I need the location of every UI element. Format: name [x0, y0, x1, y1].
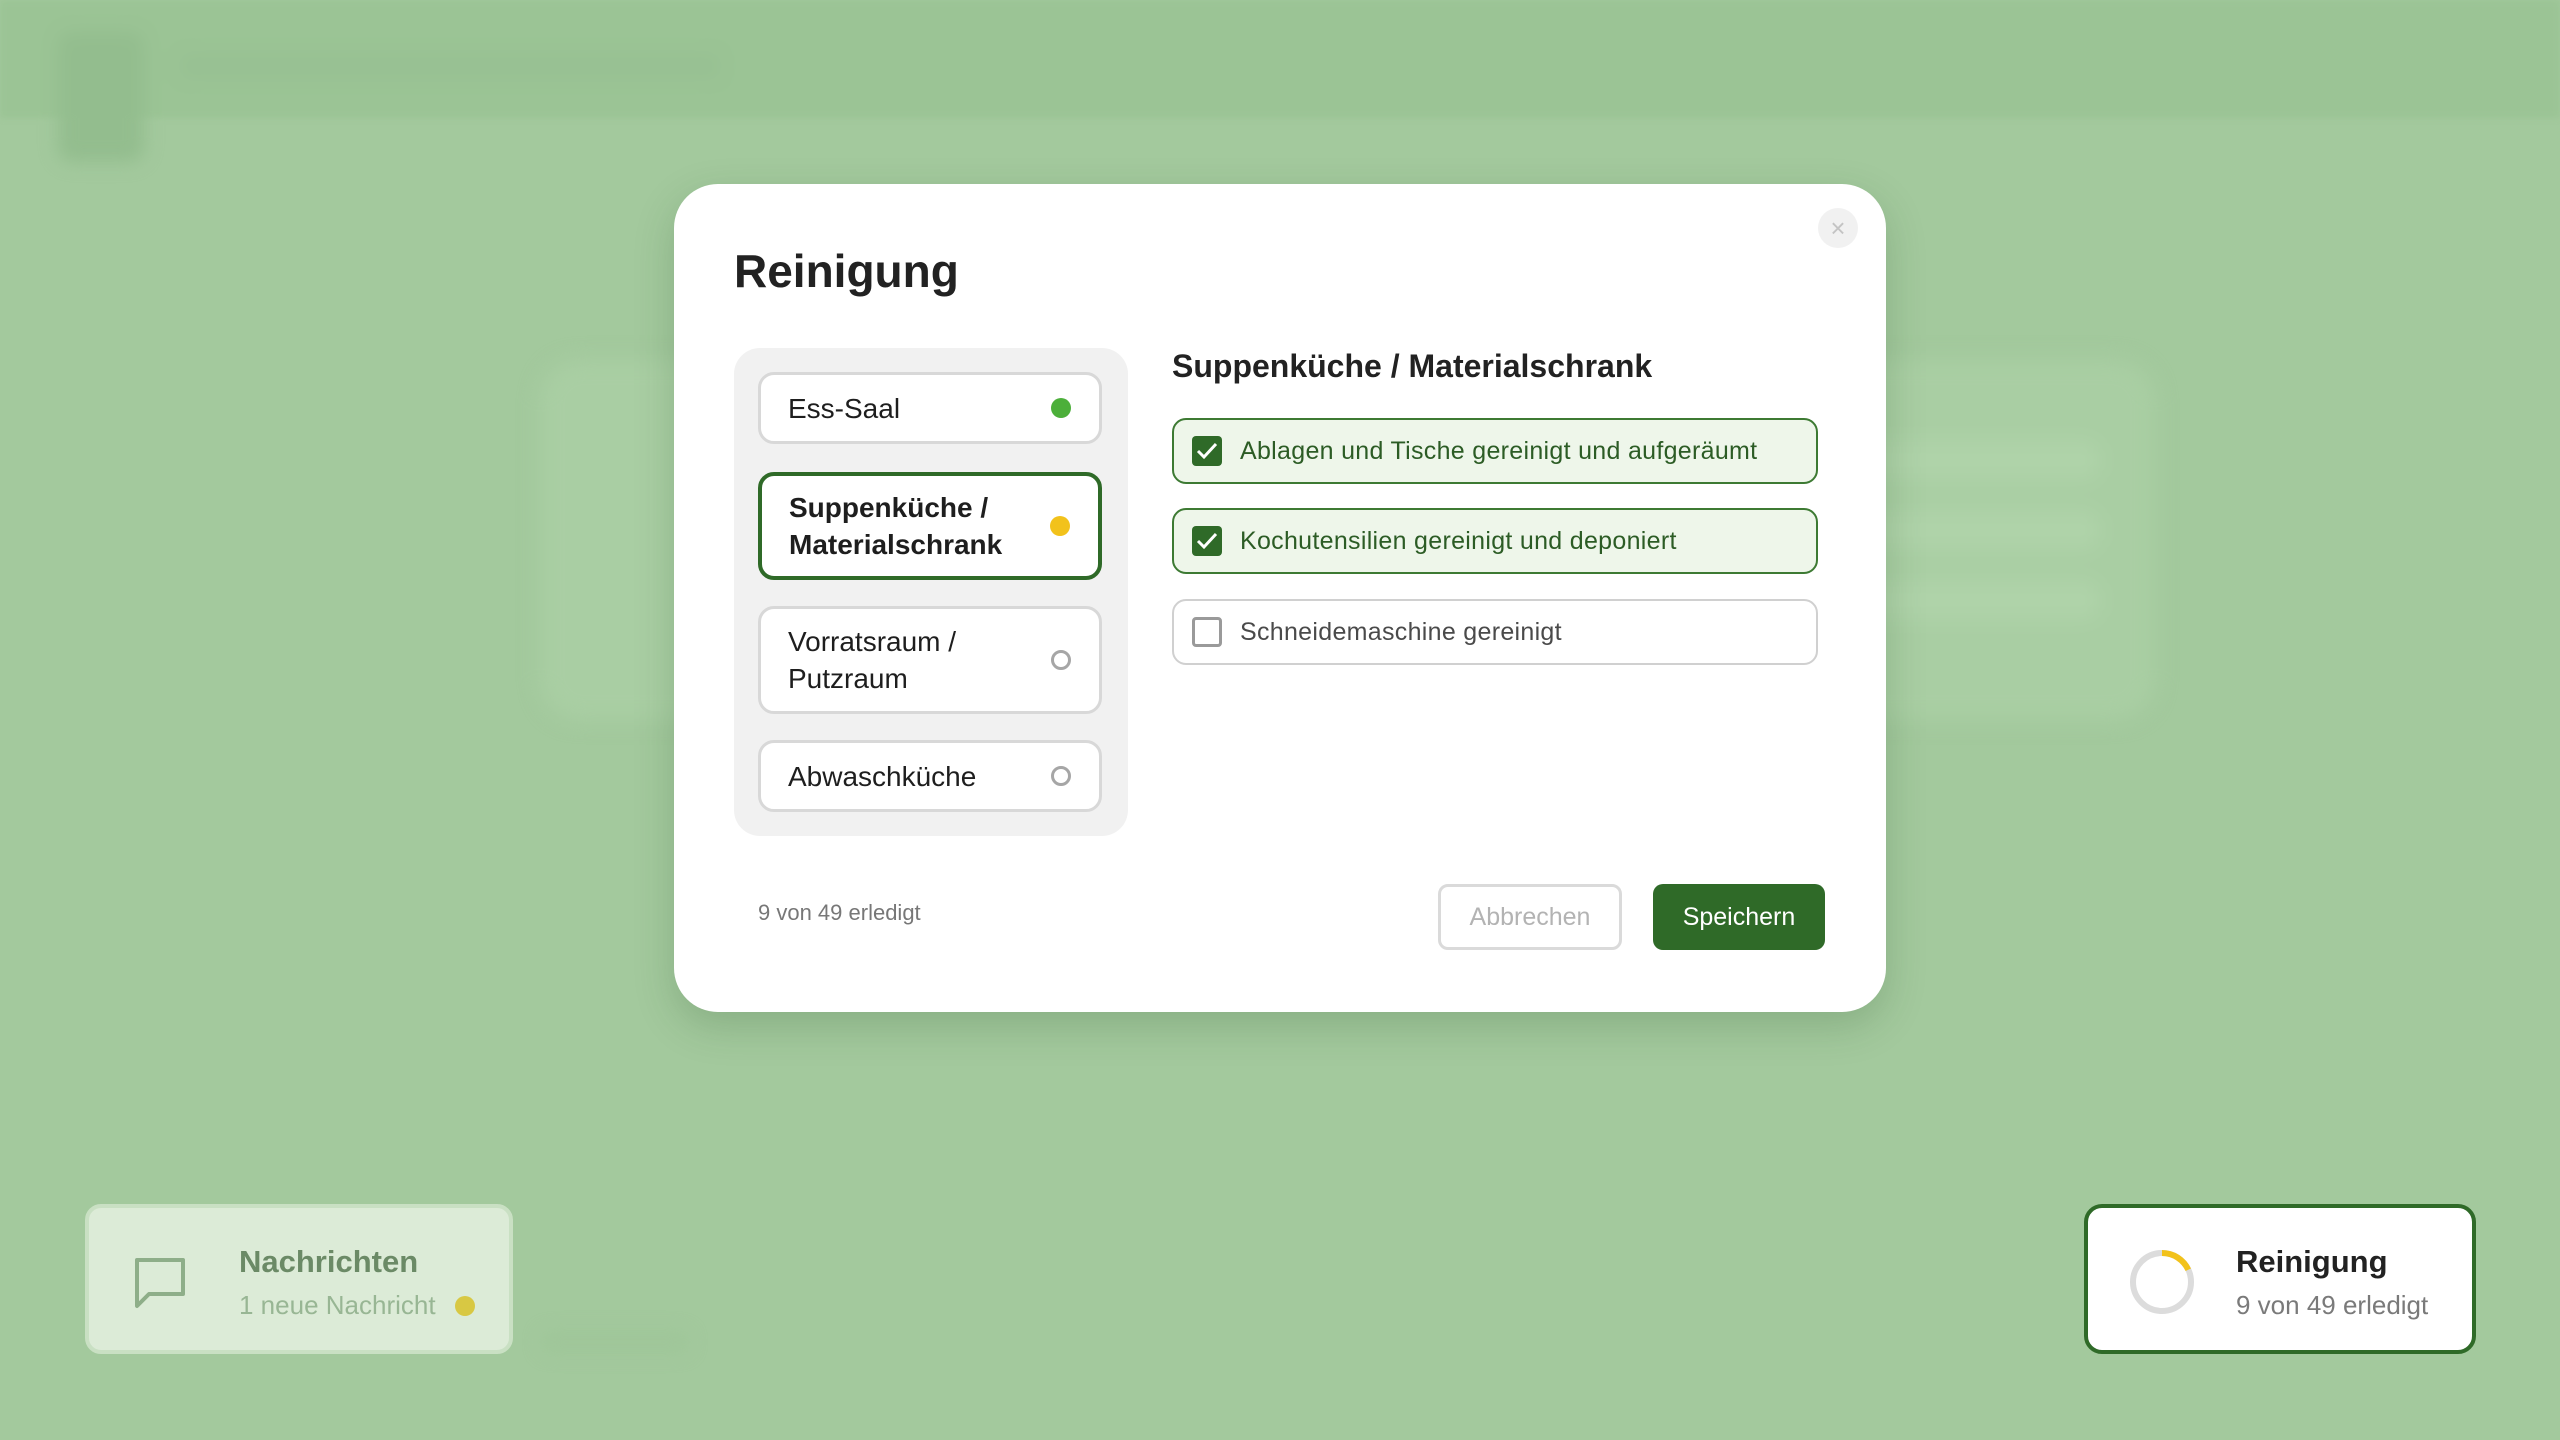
zone-item-suppenkueche[interactable]: Suppenküche / Materialschrank	[758, 472, 1102, 580]
background-title	[180, 55, 720, 77]
progress-text: 9 von 49 erledigt	[758, 900, 921, 925]
zone-label: Abwaschküche	[788, 760, 977, 792]
task-item[interactable]: Kochutensilien gereinigt und deponiert	[1172, 508, 1818, 574]
background-header	[0, 0, 2560, 162]
zone-list: Ess-Saal Suppenküche / Materialschrank V…	[734, 348, 1128, 836]
zone-item-ess-saal[interactable]: Ess-Saal	[758, 372, 1102, 444]
zone-item-vorratsraum[interactable]: Vorratsraum / Putzraum	[758, 606, 1102, 714]
cleaning-title: Reinigung	[2236, 1244, 2388, 1279]
status-complete-icon	[1051, 398, 1071, 418]
cancel-button[interactable]: Abbrechen	[1438, 884, 1622, 950]
checkbox-checked-icon[interactable]	[1192, 436, 1222, 466]
messages-title: Nachrichten	[239, 1244, 419, 1279]
status-open-icon	[1051, 766, 1071, 786]
background-logo	[58, 32, 144, 162]
chat-bubble-icon	[135, 1258, 185, 1308]
zone-label: Suppenküche / Materialschrank	[789, 492, 1003, 560]
status-open-icon	[1051, 650, 1071, 670]
zone-detail-title: Suppenküche / Materialschrank	[1172, 348, 1653, 384]
unread-dot-icon	[455, 1296, 475, 1316]
task-label: Schneidemaschine gereinigt	[1240, 617, 1562, 646]
task-item[interactable]: Ablagen und Tische gereinigt und aufgerä…	[1172, 418, 1818, 484]
task-item[interactable]: Schneidemaschine gereinigt	[1172, 599, 1818, 665]
messages-subtitle: 1 neue Nachricht	[239, 1290, 436, 1320]
cleaning-widget[interactable]: Reinigung 9 von 49 erledigt	[2084, 1204, 2476, 1354]
dialog-title: Reinigung	[734, 245, 959, 297]
cleaning-dialog: × Reinigung Ess-Saal Suppenküche / Mater…	[674, 184, 1886, 1012]
zone-item-abwaschkueche[interactable]: Abwaschküche	[758, 740, 1102, 812]
task-label: Ablagen und Tische gereinigt und aufgerä…	[1240, 436, 1758, 465]
status-in-progress-icon	[1050, 516, 1070, 536]
close-icon[interactable]: ×	[1818, 208, 1858, 248]
background-text	[540, 1330, 690, 1354]
zone-label: Vorratsraum / Putzraum	[788, 626, 957, 694]
checkbox-unchecked-icon[interactable]	[1192, 617, 1222, 647]
task-label: Kochutensilien gereinigt und deponiert	[1240, 526, 1677, 555]
cleaning-subtitle: 9 von 49 erledigt	[2236, 1290, 2429, 1320]
messages-widget[interactable]: Nachrichten 1 neue Nachricht	[85, 1204, 513, 1354]
zone-label: Ess-Saal	[788, 392, 901, 424]
progress-ring-icon	[2130, 1250, 2194, 1314]
checkbox-checked-icon[interactable]	[1192, 526, 1222, 556]
save-button[interactable]: Speichern	[1653, 884, 1825, 950]
